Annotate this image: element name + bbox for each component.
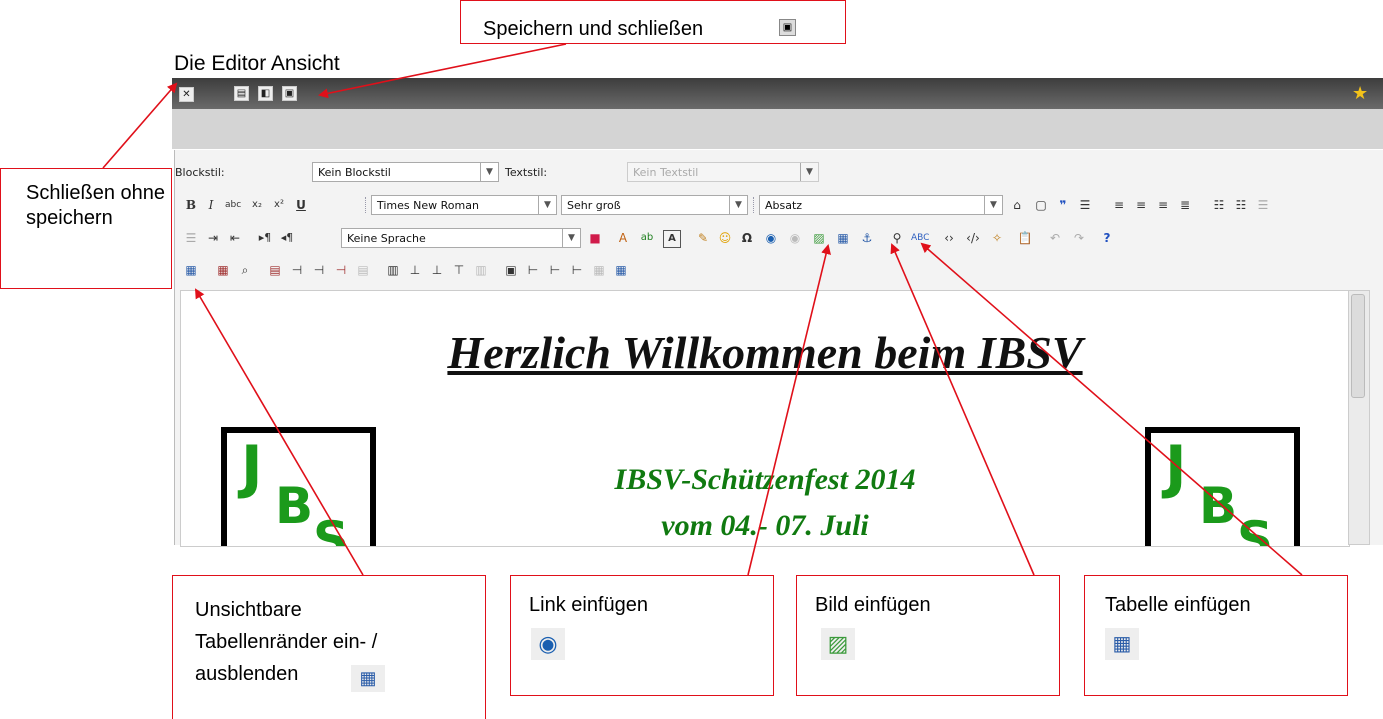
arrow-table: [920, 242, 1303, 576]
arrow-toggle-borders: [194, 288, 364, 576]
annotation-arrows: [102, 43, 1303, 576]
arrow-close: [102, 82, 178, 169]
arrow-image: [890, 243, 1035, 576]
arrow-save-close: [318, 43, 567, 99]
arrow-link: [747, 244, 831, 576]
